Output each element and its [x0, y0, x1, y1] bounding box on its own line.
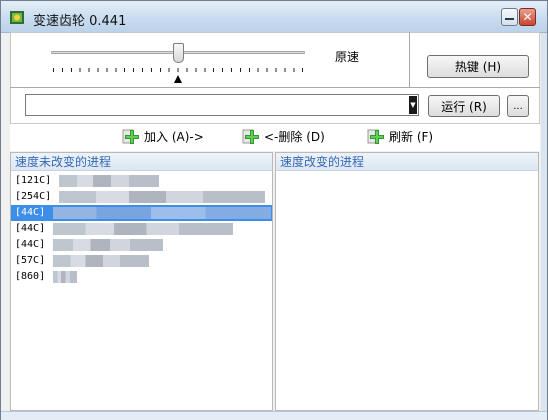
- process-id: [44C]: [15, 239, 46, 250]
- redacted-process-name: [53, 239, 163, 251]
- list-item[interactable]: [44C]: [11, 221, 272, 237]
- main-window: 变速齿轮 0.441 ✕ 原速 热键 (H) ▼ 运行 (R) ... 加入 (…: [0, 0, 548, 420]
- vertical-divider: [409, 32, 410, 87]
- redacted-process-name: [53, 271, 77, 283]
- browse-button[interactable]: ...: [507, 95, 529, 117]
- list-item[interactable]: [57C]: [11, 253, 272, 269]
- list-item-selected[interactable]: [44C]: [11, 205, 272, 221]
- remove-button[interactable]: <-删除 (D): [242, 127, 325, 145]
- minimize-button[interactable]: [501, 8, 518, 26]
- window-title: 变速齿轮 0.441: [33, 14, 127, 29]
- redacted-process-name: [53, 223, 233, 235]
- refresh-label: 刷新 (F): [389, 129, 434, 144]
- speed-slider-thumb[interactable]: [173, 43, 184, 63]
- redacted-process-name: [53, 255, 149, 267]
- title-bar[interactable]: 变速齿轮 0.441 ✕: [1, 1, 547, 33]
- redacted-process-name: [59, 175, 159, 187]
- horizontal-divider: [10, 87, 540, 88]
- list-item[interactable]: [121C]: [11, 173, 272, 189]
- speed-slider-ticks: [53, 68, 303, 72]
- add-label: 加入 (A)->: [144, 129, 204, 144]
- process-id: [860]: [15, 271, 46, 282]
- refresh-button[interactable]: 刷新 (F): [367, 127, 433, 145]
- changed-list-header: 速度改变的进程: [276, 153, 538, 171]
- add-icon: [122, 129, 139, 144]
- unchanged-list-header: 速度未改变的进程: [11, 153, 272, 171]
- process-id: [57C]: [15, 255, 46, 266]
- speed-label: 原速: [335, 50, 360, 64]
- speed-marker-icon: [174, 75, 182, 83]
- redacted-process-name: [53, 207, 271, 219]
- list-item[interactable]: [860]: [11, 269, 272, 285]
- hotkey-button[interactable]: 热键 (H): [427, 55, 529, 78]
- process-id: [44C]: [15, 223, 46, 234]
- window-frame-bottom: [1, 411, 547, 420]
- redacted-process-name: [59, 191, 265, 203]
- run-button[interactable]: 运行 (R): [428, 95, 500, 117]
- refresh-icon: [367, 129, 384, 144]
- remove-label: <-删除 (D): [264, 129, 325, 144]
- changed-process-list[interactable]: 速度改变的进程: [275, 152, 539, 411]
- process-id: [254C]: [15, 191, 52, 202]
- close-button[interactable]: ✕: [519, 8, 536, 26]
- window-frame-edge: [541, 33, 547, 411]
- close-icon: ✕: [522, 10, 533, 24]
- dropdown-arrow-icon[interactable]: ▼: [409, 96, 417, 114]
- minimize-icon: [505, 18, 514, 20]
- add-button[interactable]: 加入 (A)->: [122, 127, 204, 145]
- unchanged-process-list[interactable]: 速度未改变的进程 [121C] [254C] [44C] [44C] [44C]…: [10, 152, 273, 411]
- action-bar: 加入 (A)-> <-删除 (D) 刷新 (F): [10, 124, 540, 151]
- process-id: [44C]: [15, 207, 46, 218]
- list-item[interactable]: [44C]: [11, 237, 272, 253]
- process-combo[interactable]: ▼: [25, 94, 419, 116]
- app-icon: [10, 11, 24, 24]
- process-id: [121C]: [15, 175, 52, 186]
- remove-icon: [242, 129, 259, 144]
- list-item[interactable]: [254C]: [11, 189, 272, 205]
